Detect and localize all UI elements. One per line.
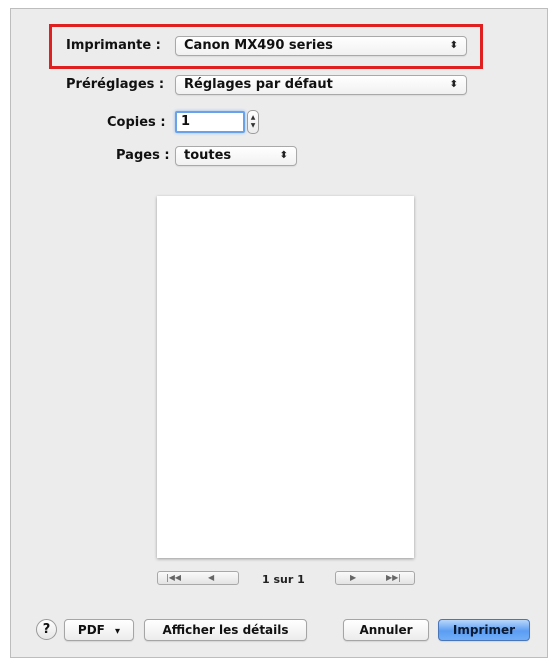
next-page-icon[interactable]: ▶: [350, 572, 356, 584]
pages-value: toutes: [184, 148, 232, 163]
preview-forward-buttons[interactable]: ▶ ▶▶|: [335, 571, 415, 585]
last-page-icon[interactable]: ▶▶|: [386, 572, 401, 584]
presets-popup[interactable]: Réglages par défaut ⬍: [175, 75, 467, 95]
print-button[interactable]: Imprimer: [438, 619, 530, 641]
preview-back-buttons[interactable]: |◀◀ ◀: [157, 571, 239, 585]
show-details-button[interactable]: Afficher les détails: [144, 619, 307, 641]
pages-popup[interactable]: toutes ⬍: [175, 146, 297, 166]
page-preview: [157, 196, 414, 558]
printer-highlight-box: [49, 24, 483, 69]
copies-stepper[interactable]: ▲ ▼: [247, 110, 259, 134]
pdf-menu-button[interactable]: PDF ▾: [64, 619, 134, 641]
pages-label: Pages :: [116, 148, 170, 163]
presets-value: Réglages par défaut: [184, 77, 333, 92]
cancel-button[interactable]: Annuler: [343, 619, 429, 641]
popup-arrows-icon: ⬍: [279, 150, 288, 161]
pdf-label: PDF: [77, 623, 105, 637]
page-indicator: 1 sur 1: [262, 573, 305, 586]
stepper-down-icon[interactable]: ▼: [248, 123, 258, 129]
stepper-up-icon[interactable]: ▲: [248, 115, 258, 121]
popup-arrows-icon: ⬍: [449, 79, 458, 90]
presets-label: Préréglages :: [66, 77, 165, 92]
copies-input[interactable]: 1: [175, 111, 245, 133]
chevron-down-icon: ▾: [115, 626, 121, 637]
first-page-icon[interactable]: |◀◀: [166, 572, 181, 584]
previous-page-icon[interactable]: ◀: [208, 572, 214, 584]
help-button[interactable]: ?: [36, 619, 57, 640]
copies-label: Copies :: [107, 115, 166, 130]
